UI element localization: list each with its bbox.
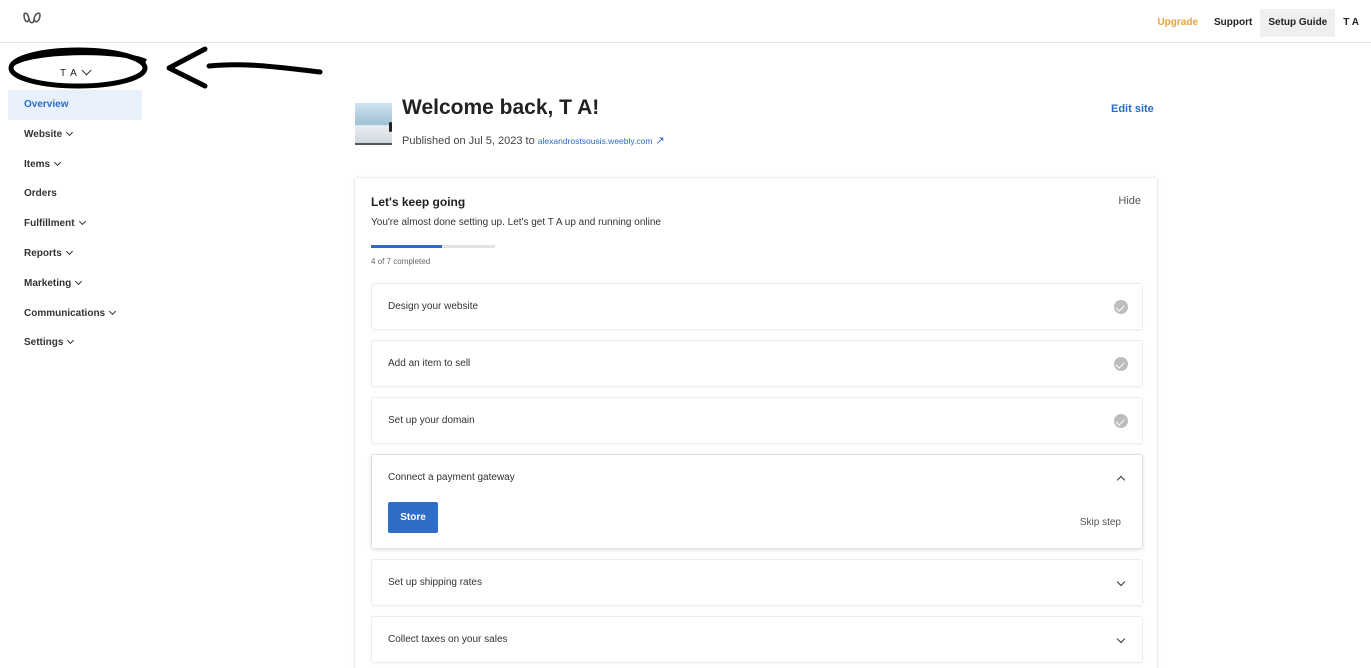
chevron-down-icon	[67, 337, 75, 345]
chevron-down-icon	[66, 128, 74, 136]
setup-step[interactable]: Set up your domain	[371, 397, 1143, 444]
setup-step-label: Add an item to sell	[388, 358, 471, 369]
account-menu[interactable]: T A	[1335, 9, 1367, 37]
hide-button[interactable]: Hide	[1118, 195, 1141, 207]
sidebar-item-label: Marketing	[24, 277, 72, 289]
setup-step-label: Set up shipping rates	[388, 577, 482, 588]
sidebar-item-overview[interactable]: Overview	[8, 90, 142, 120]
setup-step-label: Connect a payment gateway	[388, 472, 515, 483]
setup-guide-card: Let's keep going Hide You're almost done…	[354, 177, 1158, 668]
site-url-link[interactable]: alexandrostsousis.weebly.com	[538, 136, 653, 146]
setup-step[interactable]: Collect taxes on your sales	[371, 616, 1143, 663]
upgrade-link[interactable]: Upgrade	[1149, 9, 1206, 37]
sidebar-item-label: Communications	[24, 307, 106, 319]
setup-progress-bar	[371, 245, 495, 248]
sidebar-item-orders[interactable]: Orders	[8, 179, 142, 209]
setup-step[interactable]: Connect a payment gateway Store Skip step	[371, 454, 1143, 549]
weebly-logo-icon[interactable]	[22, 10, 42, 28]
top-bar: Upgrade Support Setup Guide T A	[0, 0, 1371, 43]
sidebar-item-settings[interactable]: Settings	[8, 328, 142, 358]
chevron-down-icon[interactable]	[1116, 634, 1126, 644]
sidebar-item-label: Website	[24, 128, 63, 140]
page-title: Welcome back, T A!	[402, 96, 600, 119]
skip-step-button[interactable]: Skip step	[1080, 517, 1121, 528]
setup-card-subtitle: You're almost done setting up. Let's get…	[371, 217, 661, 228]
store-button[interactable]: Store	[388, 502, 438, 533]
sidebar-item-label: Settings	[24, 337, 64, 349]
setup-step-label: Collect taxes on your sales	[388, 634, 508, 645]
setup-guide-button[interactable]: Setup Guide	[1260, 9, 1336, 37]
chevron-down-icon	[81, 65, 92, 76]
site-switcher-label: T A	[60, 65, 92, 79]
progress-label: 4 of 7 completed	[371, 257, 431, 266]
site-switcher[interactable]: T A	[8, 45, 148, 89]
published-info: Published on Jul 5, 2023 to alexandrosts…	[402, 135, 665, 147]
setup-step-label: Set up your domain	[388, 415, 475, 426]
setup-step[interactable]: Add an item to sell	[371, 340, 1143, 387]
chevron-down-icon	[54, 158, 62, 166]
setup-step[interactable]: Design your website	[371, 283, 1143, 330]
sidebar-item-items[interactable]: Items	[8, 150, 142, 180]
sidebar-nav: Overview Website Items Orders Fulfillment Rep…	[8, 90, 142, 358]
sidebar-item-label: Overview	[24, 99, 69, 110]
site-thumbnail[interactable]	[355, 103, 392, 145]
sidebar-item-label: Orders	[24, 188, 57, 200]
sidebar: T A Overview Website Items Orders Fulfillmen…	[0, 43, 148, 668]
edit-site-link[interactable]: Edit site	[1111, 103, 1154, 115]
arrow-annotation	[166, 46, 323, 89]
check-circle-icon	[1114, 300, 1128, 314]
chevron-down-icon	[65, 247, 73, 256]
top-nav: Upgrade Support Setup Guide T A	[1149, 9, 1367, 37]
chevron-up-icon[interactable]	[1116, 475, 1126, 485]
support-link[interactable]: Support	[1206, 9, 1260, 37]
sidebar-item-label: Reports	[24, 247, 62, 259]
chevron-down-icon[interactable]	[1116, 577, 1126, 587]
chevron-down-icon	[75, 277, 83, 285]
sidebar-item-reports[interactable]: Reports	[8, 239, 142, 269]
sidebar-item-website[interactable]: Website	[8, 120, 142, 150]
sidebar-item-fulfillment[interactable]: Fulfillment	[8, 209, 142, 239]
setup-step-label: Design your website	[388, 301, 479, 312]
setup-step[interactable]: Set up shipping rates	[371, 559, 1143, 606]
sidebar-item-marketing[interactable]: Marketing	[8, 269, 142, 299]
chevron-down-icon	[78, 218, 86, 226]
check-circle-icon	[1114, 414, 1128, 428]
sidebar-item-label: Items	[24, 158, 51, 170]
sidebar-item-communications[interactable]: Communications	[8, 299, 142, 329]
chevron-down-icon	[109, 307, 117, 315]
external-link-icon[interactable]: ↗	[655, 135, 664, 147]
sidebar-item-label: Fulfillment	[24, 218, 75, 230]
check-circle-icon	[1114, 357, 1128, 371]
setup-card-title: Let's keep going	[371, 195, 466, 209]
